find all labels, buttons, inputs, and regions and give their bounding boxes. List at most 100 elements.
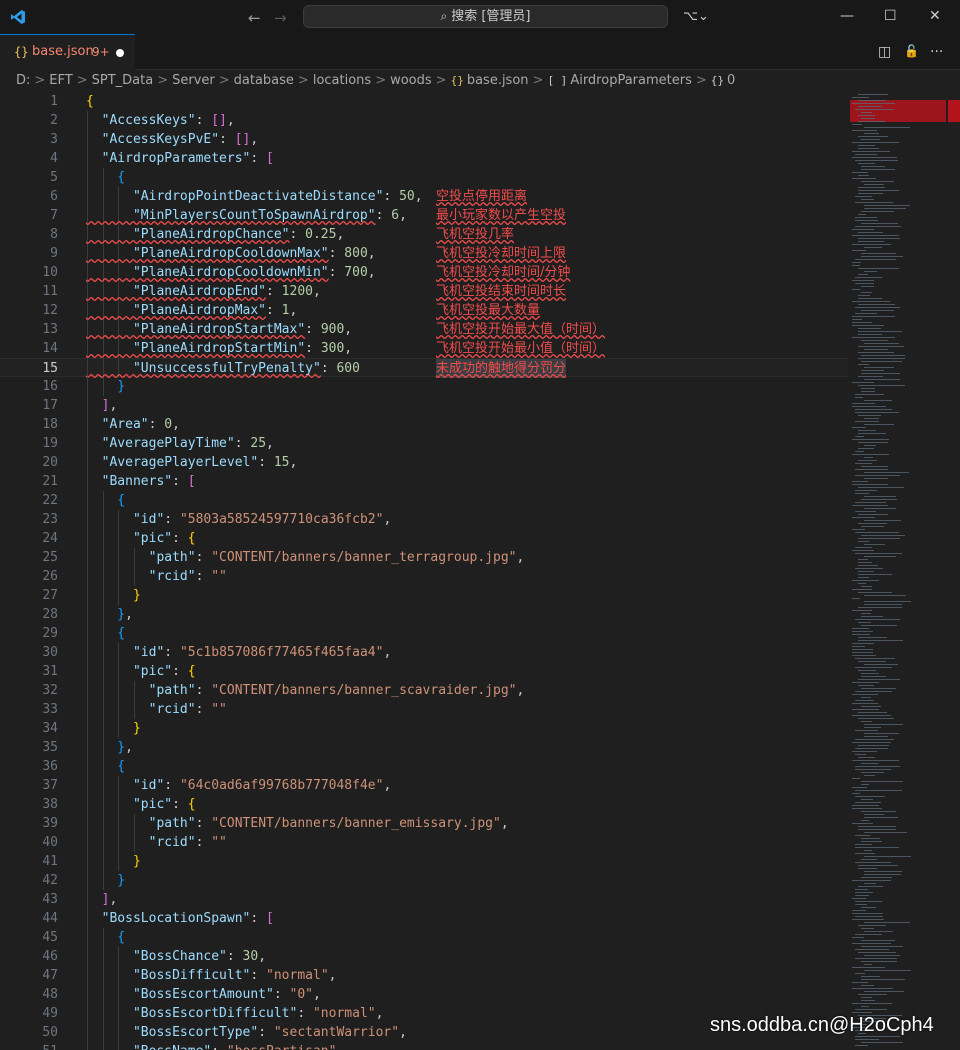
code-line[interactable]: 9 "PlaneAirdropCooldownMax": 800, 飞机空投冷却时…: [0, 244, 848, 263]
code-token: "PlaneAirdropStartMax": [86, 322, 306, 337]
minimap[interactable]: [848, 92, 948, 1050]
maximize-button[interactable]: ☐: [884, 8, 897, 24]
minimap-line: [858, 829, 896, 830]
code-line[interactable]: 39 "path": "CONTENT/banners/banner_emiss…: [0, 814, 848, 833]
code-line[interactable]: 41 }: [0, 852, 848, 871]
code-line[interactable]: 17 ],: [0, 396, 848, 415]
code-line[interactable]: 1{: [0, 92, 848, 111]
minimap-line: [852, 682, 879, 683]
minimap-line: [861, 223, 898, 224]
split-editor-icon[interactable]: ◫: [878, 44, 891, 60]
minimap-line: [858, 232, 883, 233]
code-editor[interactable]: 1{2 "AccessKeys": [], 3 "AccessKeysPvE": …: [0, 92, 848, 1050]
breadcrumb-item[interactable]: database: [234, 73, 294, 88]
code-line[interactable]: 24 "pic": {: [0, 529, 848, 548]
line-number: 25: [42, 550, 58, 565]
code-line[interactable]: 19 "AveragePlayTime": 25,: [0, 434, 848, 453]
code-line[interactable]: 10 "PlaneAirdropCooldownMin": 700, 飞机空投冷却…: [0, 263, 848, 282]
code-line[interactable]: 35 },: [0, 738, 848, 757]
code-line[interactable]: 11 "PlaneAirdropEnd": 1200, 飞机空投结束时间时长: [0, 282, 848, 301]
code-line[interactable]: 2 "AccessKeys": [],: [0, 111, 848, 130]
code-line[interactable]: 21 "Banners": [: [0, 472, 848, 491]
breadcrumb-item[interactable]: 0: [727, 73, 735, 88]
line-number: 23: [42, 512, 58, 527]
search-box[interactable]: ⌕ 搜索 [管理员]: [303, 5, 668, 28]
code-token: 0.25: [305, 227, 337, 242]
breadcrumb-item[interactable]: base.json: [467, 73, 529, 88]
code-line[interactable]: 46 "BossChance": 30,: [0, 947, 848, 966]
minimap-line: [858, 94, 888, 95]
copilot-icon[interactable]: ⌥⌄: [683, 9, 709, 24]
code-line[interactable]: 15 "UnsuccessfulTryPenalty": 600 未成功的触地得分…: [0, 358, 848, 378]
breadcrumb-item[interactable]: woods: [390, 73, 432, 88]
minimap-line: [861, 616, 883, 617]
code-line[interactable]: 23 "id": "5803a58524597710ca36fcb2",: [0, 510, 848, 529]
code-line[interactable]: 45 {: [0, 928, 848, 947]
code-line[interactable]: 32 "path": "CONTENT/banners/banner_scavr…: [0, 681, 848, 700]
code-line[interactable]: 51 "BossName": "bossPartisan": [0, 1042, 848, 1050]
code-line[interactable]: 42 }: [0, 871, 848, 890]
code-line[interactable]: 38 "pic": {: [0, 795, 848, 814]
code-line[interactable]: 27 }: [0, 586, 848, 605]
code-line[interactable]: 33 "rcid": "": [0, 700, 848, 719]
code-token: []: [211, 113, 227, 128]
breadcrumb-item[interactable]: SPT_Data: [92, 73, 154, 88]
minimap-line: [852, 655, 876, 656]
code-token: "AccessKeys": [86, 113, 196, 128]
code-line[interactable]: 30 "id": "5c1b857086f77465f465faa4",: [0, 643, 848, 662]
code-line[interactable]: 7 "MinPlayersCountToSpawnAirdrop": 6, 最小玩…: [0, 206, 848, 225]
code-line[interactable]: 12 "PlaneAirdropMax": 1, 飞机空投最大数量: [0, 301, 848, 320]
code-line[interactable]: 18 "Area": 0,: [0, 415, 848, 434]
code-line[interactable]: 37 "id": "64c0ad6af99768b777048f4e",: [0, 776, 848, 795]
code-text: "AirdropPointDeactivateDistance": 50,: [86, 187, 423, 206]
code-line[interactable]: 3 "AccessKeysPvE": [],: [0, 130, 848, 149]
breadcrumb-item[interactable]: locations: [313, 73, 371, 88]
minimap-line: [852, 982, 868, 983]
code-line[interactable]: 29 {: [0, 624, 848, 643]
code-line[interactable]: 28 },: [0, 605, 848, 624]
code-line[interactable]: 13 "PlaneAirdropStartMax": 900, 飞机空投开始最大值…: [0, 320, 848, 339]
code-line[interactable]: 40 "rcid": "": [0, 833, 848, 852]
minimap-line: [864, 970, 911, 971]
code-token: 0: [164, 417, 173, 432]
minimap-line: [864, 817, 898, 818]
code-line[interactable]: 4 "AirdropParameters": [: [0, 149, 848, 168]
breadcrumb-item[interactable]: AirdropParameters: [570, 73, 692, 88]
code-line[interactable]: 44 "BossLocationSpawn": [: [0, 909, 848, 928]
code-line[interactable]: 6 "AirdropPointDeactivateDistance": 50, 空…: [0, 187, 848, 206]
code-line[interactable]: 20 "AveragePlayerLevel": 15,: [0, 453, 848, 472]
code-line[interactable]: 36 {: [0, 757, 848, 776]
unsaved-dot-icon[interactable]: [116, 49, 124, 57]
minimize-button[interactable]: —: [840, 8, 854, 24]
more-actions-icon[interactable]: ···: [930, 44, 943, 60]
code-line[interactable]: 25 "path": "CONTENT/banners/banner_terra…: [0, 548, 848, 567]
minimap-line: [864, 664, 898, 665]
code-token: :: [383, 189, 400, 204]
code-line[interactable]: 14 "PlaneAirdropStartMin": 300, 飞机空投开始最小值…: [0, 339, 848, 358]
forward-arrow-icon[interactable]: →: [274, 9, 287, 27]
close-button[interactable]: ✕: [929, 8, 941, 24]
code-line[interactable]: 26 "rcid": "": [0, 567, 848, 586]
minimap-line: [861, 166, 885, 167]
code-line[interactable]: 34 }: [0, 719, 848, 738]
code-token: "bossPartisan": [227, 1044, 337, 1050]
minimap-line: [858, 304, 895, 305]
breadcrumb-item[interactable]: EFT: [49, 73, 72, 88]
code-line[interactable]: 16 }: [0, 377, 848, 396]
breadcrumb-item[interactable]: Server: [172, 73, 215, 88]
code-line[interactable]: 22 {: [0, 491, 848, 510]
code-line[interactable]: 47 "BossDifficult": "normal",: [0, 966, 848, 985]
back-arrow-icon[interactable]: ←: [248, 9, 261, 27]
vertical-scrollbar[interactable]: [948, 92, 960, 1050]
code-line[interactable]: 31 "pic": {: [0, 662, 848, 681]
code-text: "pic": {: [86, 662, 196, 681]
code-line[interactable]: 43 ],: [0, 890, 848, 909]
code-text: }: [86, 719, 141, 738]
code-line[interactable]: 8 "PlaneAirdropChance": 0.25, 飞机空投几率: [0, 225, 848, 244]
breadcrumb-item[interactable]: D:: [16, 73, 30, 88]
code-line[interactable]: 5 {: [0, 168, 848, 187]
code-line[interactable]: 48 "BossEscortAmount": "0",: [0, 985, 848, 1004]
tab-base-json[interactable]: {} base.json 9+: [0, 34, 135, 70]
lock-icon[interactable]: 🔓: [904, 44, 919, 58]
minimap-line: [864, 775, 875, 776]
